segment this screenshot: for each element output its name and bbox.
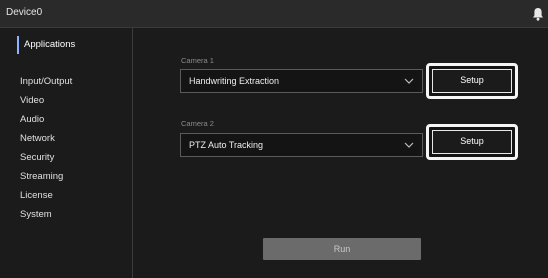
sidebar-item-applications[interactable]: Applications [17, 36, 75, 54]
camera-1-setup-button[interactable]: Setup [432, 69, 512, 93]
run-button[interactable]: Run [263, 238, 421, 260]
camera-2-application-select[interactable]: PTZ Auto Tracking [180, 133, 423, 157]
camera-2-selected-value: PTZ Auto Tracking [189, 140, 264, 150]
camera-2-setup-button[interactable]: Setup [432, 130, 512, 154]
sidebar-item-security[interactable]: Security [20, 152, 54, 164]
camera-1-setup-highlight: Setup [426, 63, 518, 99]
sidebar-item-streaming[interactable]: Streaming [20, 171, 63, 183]
camera-2-setup-highlight: Setup [426, 124, 518, 160]
chevron-down-icon [404, 78, 414, 84]
sidebar-item-audio[interactable]: Audio [20, 114, 44, 126]
device-title: Device0 [6, 7, 43, 18]
title-bar: Device0 [0, 0, 548, 28]
main-panel: Camera 1 Handwriting Extraction Setup Ca… [133, 28, 548, 278]
camera-1-label: Camera 1 [181, 56, 214, 65]
camera-2-label: Camera 2 [181, 119, 214, 128]
sidebar-item-network[interactable]: Network [20, 133, 55, 145]
camera-1-application-select[interactable]: Handwriting Extraction [180, 69, 423, 93]
sidebar-item-license[interactable]: License [20, 190, 53, 202]
sidebar-item-video[interactable]: Video [20, 95, 44, 107]
camera-1-selected-value: Handwriting Extraction [189, 76, 280, 86]
chevron-down-icon [404, 142, 414, 148]
bell-icon[interactable] [532, 7, 544, 21]
sidebar-item-input-output[interactable]: Input/Output [20, 76, 72, 88]
sidebar-item-system[interactable]: System [20, 209, 52, 221]
sidebar-nav: Applications Input/Output Video Audio Ne… [0, 28, 133, 278]
